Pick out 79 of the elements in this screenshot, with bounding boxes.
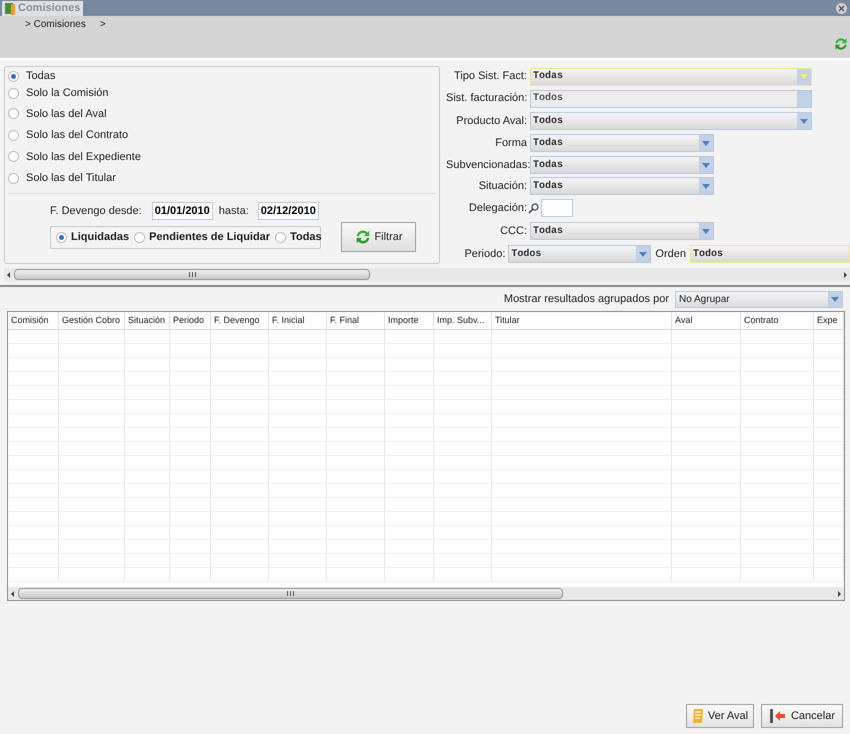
radio-label: Liquidadas [71, 230, 130, 246]
field-label: Orden [655, 246, 686, 262]
radio-label: Todas [290, 230, 322, 246]
dropdown[interactable]: Todas [530, 134, 714, 152]
dropdown[interactable]: Todos [690, 245, 850, 263]
dropdown[interactable]: Todas [530, 177, 714, 195]
dropdown[interactable]: Todos [508, 245, 652, 263]
date-from-field[interactable]: 01/01/2010 [152, 202, 213, 220]
caret-icon [800, 118, 808, 124]
dropdown[interactable]: Todas [530, 156, 714, 174]
delegation-field[interactable] [541, 199, 573, 217]
column-header[interactable]: Situación [125, 312, 170, 329]
radio-button[interactable] [8, 151, 19, 162]
search-icon[interactable] [528, 202, 539, 214]
dropdown[interactable]: Todas [530, 222, 714, 240]
column-header[interactable]: Imp. Subv... [434, 312, 492, 329]
radio-button[interactable] [56, 232, 67, 243]
column-header[interactable]: Gestión Cobro [59, 312, 125, 329]
cancel-button[interactable]: Cancelar [761, 704, 843, 728]
exit-arrow-icon [768, 708, 787, 724]
field-label: Producto Aval: [455, 114, 527, 129]
column-header[interactable]: F. Inicial [269, 312, 327, 329]
column-header[interactable]: Periodo [170, 312, 211, 329]
column-header[interactable]: Importe [385, 312, 434, 329]
date-to-field[interactable]: 02/12/2010 [258, 202, 319, 220]
dropdown[interactable]: Todos [530, 112, 812, 130]
field-label: Delegación: [468, 200, 527, 216]
field-label: CCC: [499, 224, 527, 239]
window-title: Comisiones [18, 1, 80, 16]
breadcrumb-item[interactable]: > Comisiones [25, 17, 86, 32]
group-by-label: Mostrar resultados agrupados por [504, 292, 669, 307]
caret-icon [702, 162, 710, 168]
close-icon[interactable] [835, 2, 848, 15]
caret-icon [831, 296, 839, 302]
radio-label: Solo las del Aval [26, 106, 107, 122]
column-header[interactable]: Titular [492, 312, 672, 329]
field-label: Situación: [478, 178, 527, 194]
column-header[interactable]: Aval [672, 312, 741, 329]
caret-icon [639, 252, 648, 256]
document-icon [5, 2, 15, 14]
radio-label: Solo las del Contrato [26, 128, 128, 143]
radio-button[interactable] [275, 232, 286, 243]
horizontal-scrollbar[interactable] [4, 268, 850, 281]
radio-label: Todas [26, 68, 56, 84]
radio-button[interactable] [134, 232, 146, 243]
filter-button[interactable]: Filtrar [341, 222, 416, 252]
radio-button[interactable] [8, 108, 19, 120]
column-header[interactable]: Comisión [8, 312, 59, 329]
radio-label: Solo la Comisión [26, 86, 109, 101]
column-header[interactable]: F. Final [327, 312, 385, 329]
radio-label: Pendientes de Liquidar [149, 230, 270, 246]
refresh-icon [833, 36, 849, 52]
radio-button[interactable] [8, 172, 19, 184]
field-label: Periodo: [463, 246, 506, 262]
breadcrumb-item[interactable]: > [100, 17, 106, 32]
radio-button[interactable] [8, 88, 19, 98]
dropdown[interactable]: Todas [530, 68, 812, 86]
view-button[interactable]: Ver Aval [686, 704, 754, 728]
date-to-label: hasta: [218, 204, 249, 219]
field-label: Sist. facturación: [446, 91, 527, 106]
radio-button[interactable] [8, 130, 19, 141]
column-header[interactable]: F. Devengo [211, 312, 269, 329]
caret-icon [702, 184, 710, 188]
caret-icon [702, 140, 710, 146]
field-label: Subvencionadas: [446, 158, 527, 173]
horizontal-scrollbar[interactable] [8, 587, 844, 600]
column-header[interactable]: Expe [814, 312, 844, 329]
group-by-dropdown[interactable]: No Agrupar [675, 290, 843, 308]
caret-icon [800, 74, 808, 79]
document-icon [692, 708, 704, 724]
field-label: Tipo Sist. Fact: [453, 69, 527, 84]
field-label: Forma [494, 136, 527, 151]
date-from-label: F. Devengo desde: [50, 204, 142, 219]
column-header[interactable]: Contrato [741, 312, 814, 329]
caret-icon [702, 228, 710, 234]
radio-label: Solo las del Titular [26, 171, 116, 186]
radio-label: Solo las del Expediente [26, 150, 141, 164]
refresh-icon [354, 228, 372, 246]
radio-button[interactable] [8, 70, 19, 82]
